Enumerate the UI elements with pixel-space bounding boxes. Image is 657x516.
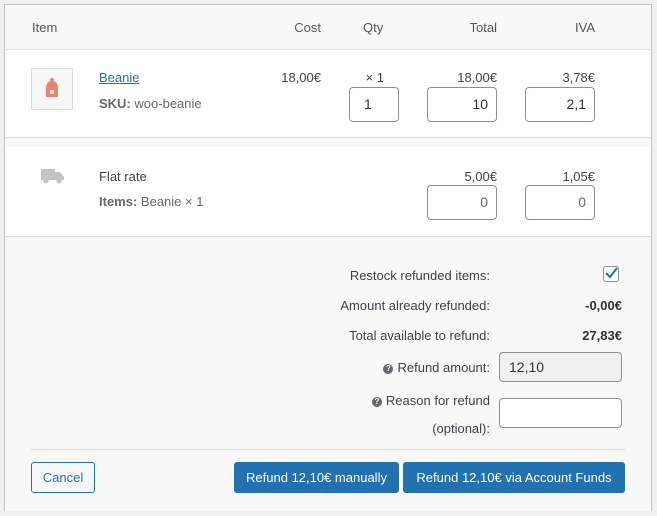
sku-label: SKU: [99,96,131,111]
product-qty: × 1 [365,70,384,85]
already-refunded-label: Amount already refunded: [340,298,490,313]
refund-shipping-total-input[interactable]: 0 [427,185,497,220]
refund-shipping-tax-input[interactable]: 0 [525,185,595,220]
refund-account-funds-button[interactable]: Refund 12,10€ via Account Funds [403,462,625,493]
available-refund-value: 27,83€ [582,328,622,343]
shipping-items-value: Beanie × 1 [140,194,204,209]
refund-amount-input[interactable]: 12,10 [499,352,622,382]
shipping-items: Items: Beanie × 1 [99,194,203,209]
items-table-header: Item Cost Qty Total IVA [5,5,651,50]
shipping-total: 5,00€ [464,169,497,184]
header-qty: Qty [363,20,384,35]
product-name-link[interactable]: Beanie [99,70,139,85]
already-refunded-value: -0,00€ [585,298,622,313]
header-total: Total [469,20,497,35]
header-tax: IVA [575,20,595,35]
reason-label-wrap: ? Reason for refund [371,393,490,408]
header-item: Item [32,20,58,35]
sku-value: woo-beanie [134,96,202,111]
restock-label: Restock refunded items: [349,268,490,283]
shipping-row: Flat rate Items: Beanie × 1 5,00€ 1,05€ … [5,147,651,236]
refund-reason-input[interactable] [499,398,622,428]
restock-checkbox[interactable] [603,266,619,282]
refund-line-tax-input[interactable]: 2,1 [525,87,595,122]
reason-label-line1: Reason for refund [385,393,490,408]
help-icon[interactable]: ? [371,397,382,407]
truck-icon [41,169,64,184]
product-total: 18,00€ [457,70,497,85]
refund-footer: Restock refunded items: Amount already r… [5,236,651,511]
shipping-items-label: Items: [99,194,138,209]
footer-divider [31,449,625,450]
refund-panel: Item Cost Qty Total IVA Beanie SKU: woo-… [4,4,652,511]
checkmark-icon [605,267,618,279]
cancel-button[interactable]: Cancel [31,462,95,493]
shipping-method-name: Flat rate [99,169,147,184]
refund-line-total-input[interactable]: 10 [427,87,497,122]
line-item-row: Beanie SKU: woo-beanie 18,00€ × 1 18,00€… [5,50,651,137]
refund-amount-label: Refund amount: [397,360,490,375]
refund-qty-input[interactable]: 1 [349,87,399,122]
beanie-icon [46,78,58,97]
product-tax: 3,78€ [562,70,595,85]
product-thumbnail [31,68,73,110]
refund-manually-button[interactable]: Refund 12,10€ manually [234,462,399,493]
refund-amount-label-wrap: ? Refund amount: [383,360,490,375]
help-icon[interactable]: ? [383,364,394,374]
header-cost: Cost [294,20,321,35]
shipping-tax: 1,05€ [562,169,595,184]
product-sku: SKU: woo-beanie [99,96,202,111]
reason-label-line2: (optional): [432,421,490,436]
available-refund-label: Total available to refund: [349,328,490,343]
product-cost: 18,00€ [281,70,321,85]
